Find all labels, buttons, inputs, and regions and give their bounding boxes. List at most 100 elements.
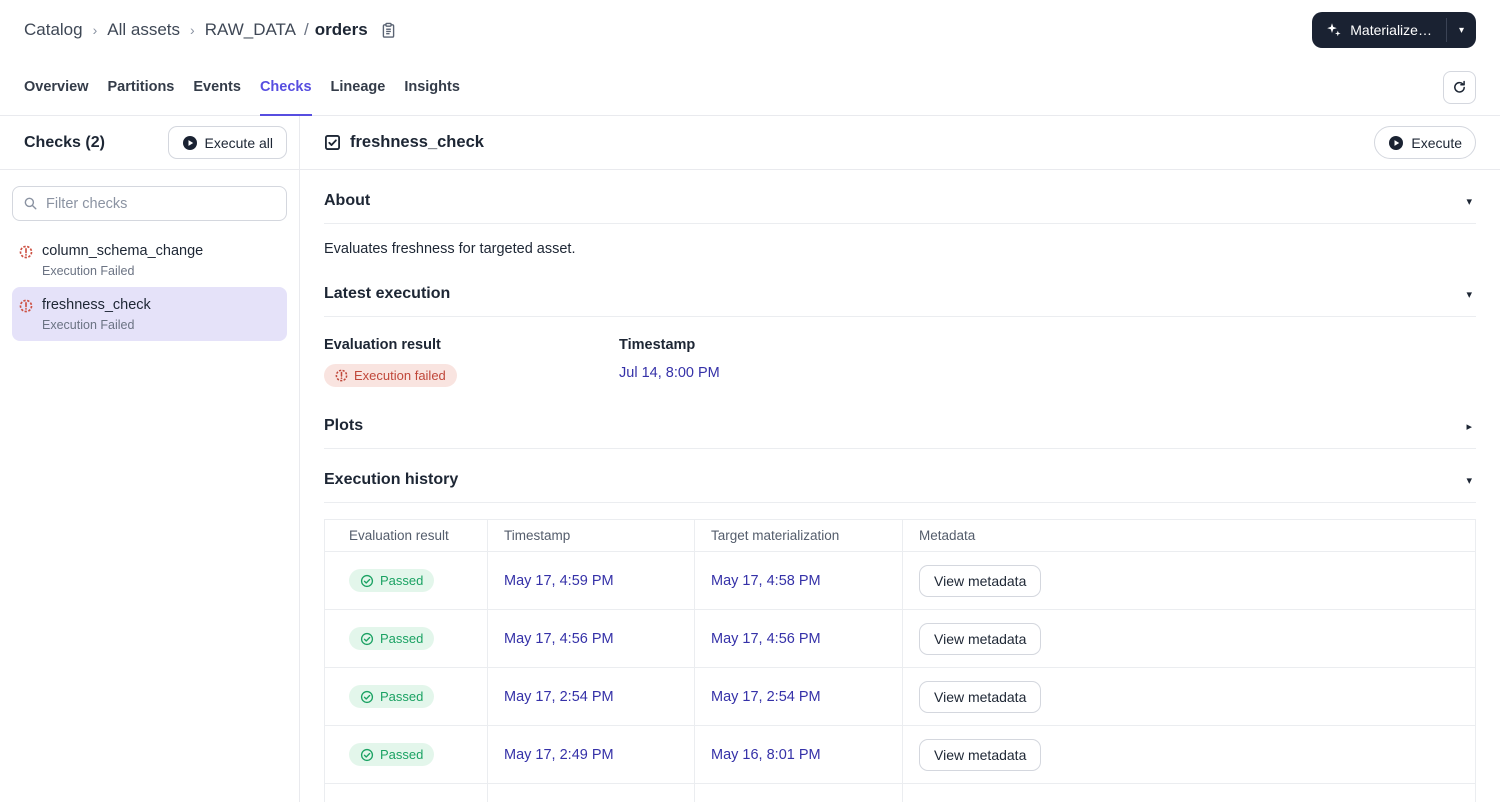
section-latest-execution-header[interactable]: Latest execution ▾ <box>324 263 1476 316</box>
check-item-name: freshness_check <box>42 297 151 313</box>
evaluation-result-field: Evaluation result Execution failed <box>324 337 619 387</box>
column-header-evaluation-result: Evaluation result <box>325 520 488 551</box>
checks-sidebar: Checks (2) Execute all Filter checks col… <box>0 116 300 802</box>
copy-asset-name-button[interactable] <box>380 22 397 39</box>
timestamp-link[interactable]: May 17, 4:59 PM <box>504 573 614 589</box>
section-title: Plots <box>324 417 364 434</box>
check-list-item-column-schema-change[interactable]: column_schema_change Execution Failed <box>12 233 287 287</box>
target-materialization-cell: May 16, 8:01 PM <box>695 726 903 783</box>
target-materialization-cell: May 17, 4:58 PM <box>695 552 903 609</box>
breadcrumb: Catalog › All assets › RAW_DATA / orders <box>24 20 397 40</box>
section-about-header[interactable]: About ▾ <box>324 170 1476 223</box>
target-materialization-link[interactable]: May 17, 4:56 PM <box>711 631 821 647</box>
view-metadata-button[interactable]: View metadata <box>919 738 1042 771</box>
check-detail-body: About ▾ Evaluates freshness for targeted… <box>300 170 1500 802</box>
timestamp-cell: May 17, 2:49 PM <box>488 726 695 783</box>
check-square-icon <box>324 134 341 151</box>
table-row: Passed May 17, 4:56 PM May 17, 4:56 PM V… <box>325 610 1475 668</box>
metadata-cell: View metadata <box>903 726 1475 783</box>
latest-execution-fields: Evaluation result Execution failed Times… <box>324 317 1476 395</box>
table-row-partial <box>325 784 1475 802</box>
column-header-metadata: Metadata <box>919 528 976 543</box>
timestamp-link[interactable]: May 17, 2:49 PM <box>504 747 614 763</box>
refresh-icon <box>1452 80 1467 95</box>
evaluation-result-cell: Passed <box>325 610 488 667</box>
check-list-item-freshness-check[interactable]: freshness_check Execution Failed <box>12 287 287 341</box>
timestamp-cell: May 17, 2:54 PM <box>488 668 695 725</box>
passed-badge-label: Passed <box>380 573 424 588</box>
breadcrumb-asset-group[interactable]: RAW_DATA <box>205 20 296 40</box>
target-materialization-cell: May 17, 2:54 PM <box>695 668 903 725</box>
tab-checks[interactable]: Checks <box>259 61 312 116</box>
tabs: Overview Partitions Events Checks Lineag… <box>24 60 460 116</box>
column-header-timestamp: Timestamp <box>488 520 695 551</box>
check-circle-icon <box>360 632 374 646</box>
materialize-dropdown-button[interactable]: ▾ <box>1447 12 1476 48</box>
execute-all-button[interactable]: Execute all <box>167 126 287 159</box>
check-name-title: freshness_check <box>350 133 484 151</box>
timestamp-cell: May 17, 4:59 PM <box>488 552 695 609</box>
play-circle-icon <box>182 135 198 151</box>
chevron-down-icon: ▾ <box>1466 288 1472 301</box>
metadata-cell: View metadata <box>903 668 1475 725</box>
tab-partitions[interactable]: Partitions <box>108 61 175 116</box>
evaluation-result-cell: Passed <box>325 726 488 783</box>
tab-overview[interactable]: Overview <box>24 61 89 116</box>
check-item-text: column_schema_change Execution Failed <box>42 243 203 278</box>
evaluation-result-label: Evaluation result <box>324 337 441 353</box>
execution-history-table: Evaluation result Timestamp Target mater… <box>324 519 1476 802</box>
target-materialization-link[interactable]: May 17, 2:54 PM <box>711 689 821 705</box>
section-title: About <box>324 192 371 209</box>
timestamp-link[interactable]: May 17, 2:54 PM <box>504 689 614 705</box>
tab-events[interactable]: Events <box>193 61 241 116</box>
check-item-name: column_schema_change <box>42 243 204 259</box>
breadcrumb-separator: › <box>92 22 98 38</box>
target-materialization-link[interactable]: May 16, 8:01 PM <box>711 747 821 763</box>
section-plots-header[interactable]: Plots ▸ <box>324 395 1476 448</box>
timestamp-link[interactable]: May 17, 4:56 PM <box>504 631 614 647</box>
target-materialization-link[interactable]: May 17, 4:58 PM <box>711 573 821 589</box>
passed-badge: Passed <box>349 569 435 592</box>
passed-badge: Passed <box>349 685 435 708</box>
view-metadata-button[interactable]: View metadata <box>919 564 1042 597</box>
breadcrumb-separator: › <box>190 22 195 38</box>
view-metadata-button[interactable]: View metadata <box>919 680 1042 713</box>
divider <box>324 502 1476 503</box>
check-description: Evaluates freshness for targeted asset. <box>324 241 576 257</box>
materialize-label: Materialize… <box>1350 22 1432 38</box>
breadcrumb-catalog[interactable]: Catalog <box>24 20 83 40</box>
breadcrumb-slash: / <box>304 20 309 39</box>
section-title: Latest execution <box>324 285 451 302</box>
clipboard-icon <box>380 22 397 39</box>
check-circle-icon <box>360 748 374 762</box>
materialize-button[interactable]: Materialize… <box>1312 12 1446 48</box>
evaluation-result-cell <box>325 784 488 802</box>
breadcrumb-asset-name: orders <box>314 20 368 39</box>
tab-lineage[interactable]: Lineage <box>331 61 386 116</box>
breadcrumb-all-assets[interactable]: All assets <box>107 20 180 40</box>
metadata-cell: View metadata <box>903 552 1475 609</box>
metadata-cell <box>903 784 1475 802</box>
execution-failed-badge: Execution failed <box>324 364 457 387</box>
chevron-right-icon: ▸ <box>1466 420 1472 433</box>
execute-label: Execute <box>1411 134 1462 151</box>
passed-badge: Passed <box>349 627 435 650</box>
section-execution-history-header[interactable]: Execution history ▾ <box>324 449 1476 502</box>
checks-sidebar-header: Checks (2) Execute all <box>0 116 299 170</box>
view-metadata-button[interactable]: View metadata <box>919 622 1042 655</box>
execute-button[interactable]: Execute <box>1374 126 1476 159</box>
passed-badge: Passed <box>349 743 435 766</box>
filter-checks-field <box>12 186 287 221</box>
filter-checks-input[interactable] <box>46 195 276 212</box>
passed-badge-label: Passed <box>380 747 424 762</box>
latest-execution-timestamp-link[interactable]: Jul 14, 8:00 PM <box>619 365 720 381</box>
section-title: Execution history <box>324 471 459 488</box>
column-header-target-materialization: Target materialization <box>695 520 903 551</box>
search-icon <box>23 196 38 211</box>
refresh-button[interactable] <box>1443 71 1476 104</box>
tab-insights[interactable]: Insights <box>404 61 460 116</box>
evaluation-result-cell: Passed <box>325 668 488 725</box>
timestamp-cell: May 17, 4:56 PM <box>488 610 695 667</box>
table-row: Passed May 17, 4:59 PM May 17, 4:58 PM V… <box>325 552 1475 610</box>
timestamp-cell <box>488 784 695 802</box>
